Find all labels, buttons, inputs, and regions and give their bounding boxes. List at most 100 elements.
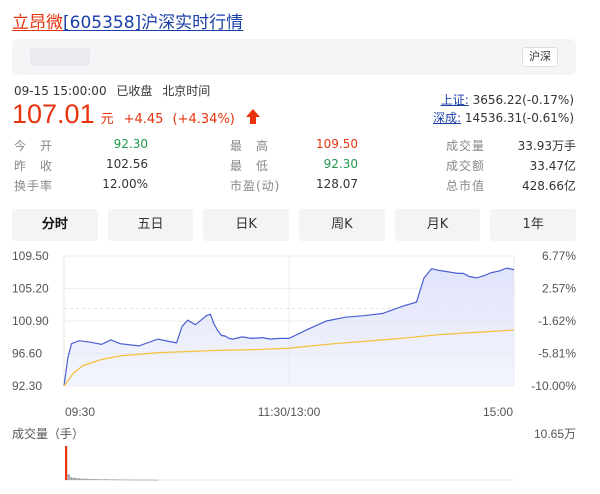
y-tick-right: 2.57% <box>542 282 576 296</box>
turnover-rate-value: 12.00% <box>102 177 148 191</box>
tab-intraday[interactable]: 分时 <box>12 209 98 241</box>
volume-bar <box>101 479 104 480</box>
volume-bar <box>153 479 156 481</box>
volume-bar <box>124 479 127 481</box>
index-value-sz: 14536.31(-0.61%) <box>464 111 574 125</box>
timezone-label: 北京时间 <box>162 84 211 98</box>
search-input[interactable] <box>30 48 90 66</box>
volume-value: 33.93万手 <box>517 139 576 153</box>
intraday-chart[interactable]: 109.50 105.20 100.90 96.60 92.30 6.77% 2.57% -1… <box>0 244 600 494</box>
search-bar[interactable]: 沪深 <box>12 39 576 75</box>
current-price: 107.01 <box>12 99 95 129</box>
volume-bar <box>143 479 146 481</box>
prev-close-label: 昨 收 <box>14 159 54 173</box>
up-arrow-icon <box>245 109 260 125</box>
volume-bar <box>137 479 140 481</box>
volume-bar <box>135 479 138 481</box>
y-tick-right: -5.81% <box>538 347 576 361</box>
y-tick-left: 96.60 <box>12 347 42 361</box>
high-label: 最 高 <box>230 139 270 153</box>
pe-value: 128.07 <box>316 177 358 191</box>
y-tick-right: -1.62% <box>538 314 576 328</box>
volume-bar <box>130 479 133 481</box>
tab-monthly-k[interactable]: 月K <box>394 209 481 241</box>
market-status: 已收盘 <box>116 84 153 98</box>
volume-bar <box>80 478 83 480</box>
volume-bar <box>132 479 135 481</box>
index-name-sh[interactable]: 上证: <box>441 93 469 107</box>
y-tick-left: 100.90 <box>12 314 49 328</box>
volume-bar <box>140 479 143 481</box>
turnover-amount-value: 33.47亿 <box>529 159 576 173</box>
price-change: +4.45 <box>123 112 164 127</box>
open-value: 92.30 <box>113 137 148 151</box>
pe-label: 市盈(动) <box>230 179 281 193</box>
volume-bar <box>85 478 88 480</box>
market-chip[interactable]: 沪深 <box>522 47 558 67</box>
price-change-pct: (+4.34%) <box>172 112 235 127</box>
volume-bar <box>127 479 130 481</box>
prev-close-value: 102.56 <box>106 157 148 171</box>
volume-bar <box>156 479 159 481</box>
quote-meta: 09-15 15:00:00 已收盘 北京时间 <box>14 82 216 99</box>
volume-bar <box>111 479 114 481</box>
stock-code-link[interactable]: [605358] <box>63 13 141 33</box>
volume-bar <box>106 479 109 481</box>
low-label: 最 低 <box>230 159 270 173</box>
stats-row-3: 换手率 12.00% 市盈(动) 128.07 总市值 428.66亿 <box>14 177 576 197</box>
tab-weekly-k[interactable]: 周K <box>299 209 385 241</box>
index-quotes: 上证: 3656.22(-0.17%) 深成: 14536.31(-0.61%) <box>433 91 574 127</box>
market-cap-label: 总市值 <box>446 179 486 193</box>
y-tick-right: -10.00% <box>531 379 576 393</box>
volume-bar <box>150 479 153 481</box>
quote-datetime: 09-15 15:00:00 <box>14 84 107 98</box>
tab-five-day[interactable]: 五日 <box>107 209 194 241</box>
x-tick-midday: 11:30/13:00 <box>258 405 321 419</box>
volume-bar <box>114 479 117 481</box>
chart-period-tabs: 分时 五日 日K 周K 月K 1年 <box>12 209 577 241</box>
tab-daily-k[interactable]: 日K <box>203 209 290 241</box>
low-value: 92.30 <box>323 157 358 171</box>
x-tick-open: 09:30 <box>65 405 95 419</box>
volume-bar <box>98 479 101 480</box>
stats-row-2: 昨 收 102.56 最 低 92.30 成交额 33.47亿 <box>14 157 576 177</box>
volume-label: 成交量 <box>446 139 486 153</box>
y-tick-right: 6.77% <box>542 249 576 263</box>
volume-bar <box>83 478 86 480</box>
market-cap-value: 428.66亿 <box>522 179 576 193</box>
index-name-sz[interactable]: 深成: <box>433 111 461 125</box>
y-tick-left: 105.20 <box>12 282 49 296</box>
volume-bar <box>72 477 75 480</box>
volume-bar <box>109 479 112 481</box>
turnover-rate-label: 换手率 <box>14 179 54 193</box>
index-row-sh: 上证: 3656.22(-0.17%) <box>433 91 574 109</box>
open-label: 今 开 <box>14 139 54 153</box>
volume-bar <box>148 479 151 481</box>
volume-bar <box>70 477 73 480</box>
index-row-sz: 深成: 14536.31(-0.61%) <box>433 109 574 127</box>
index-value-sh: 3656.22(-0.17%) <box>472 93 574 107</box>
volume-bar <box>78 478 81 480</box>
volume-bar <box>117 479 120 481</box>
volume-bar <box>104 479 107 480</box>
volume-bar <box>67 474 70 480</box>
volume-bar <box>75 478 78 480</box>
volume-bar <box>88 478 91 480</box>
tab-one-year[interactable]: 1年 <box>490 209 577 241</box>
stats-row-1: 今 开 92.30 最 高 109.50 成交量 33.93万手 <box>14 137 576 157</box>
high-value: 109.50 <box>316 137 358 151</box>
volume-bar <box>96 479 99 480</box>
volume-label: 成交量（手） <box>12 426 84 441</box>
volume-max-label: 10.65万 <box>534 427 576 441</box>
volume-bar <box>91 479 94 480</box>
y-tick-left: 109.50 <box>12 249 49 263</box>
volume-bar <box>145 479 148 481</box>
volume-bar <box>122 479 125 481</box>
stats-table: 今 开 92.30 最 高 109.50 成交量 33.93万手 昨 收 102… <box>14 137 576 197</box>
volume-bar <box>65 446 68 480</box>
y-tick-left: 92.30 <box>12 379 42 393</box>
market-quote-link[interactable]: 沪深实时行情 <box>141 13 243 33</box>
x-tick-close: 15:00 <box>483 405 513 419</box>
page-title: 立昂微[605358]沪深实时行情 <box>12 8 243 33</box>
stock-name-link[interactable]: 立昂微 <box>12 13 63 33</box>
